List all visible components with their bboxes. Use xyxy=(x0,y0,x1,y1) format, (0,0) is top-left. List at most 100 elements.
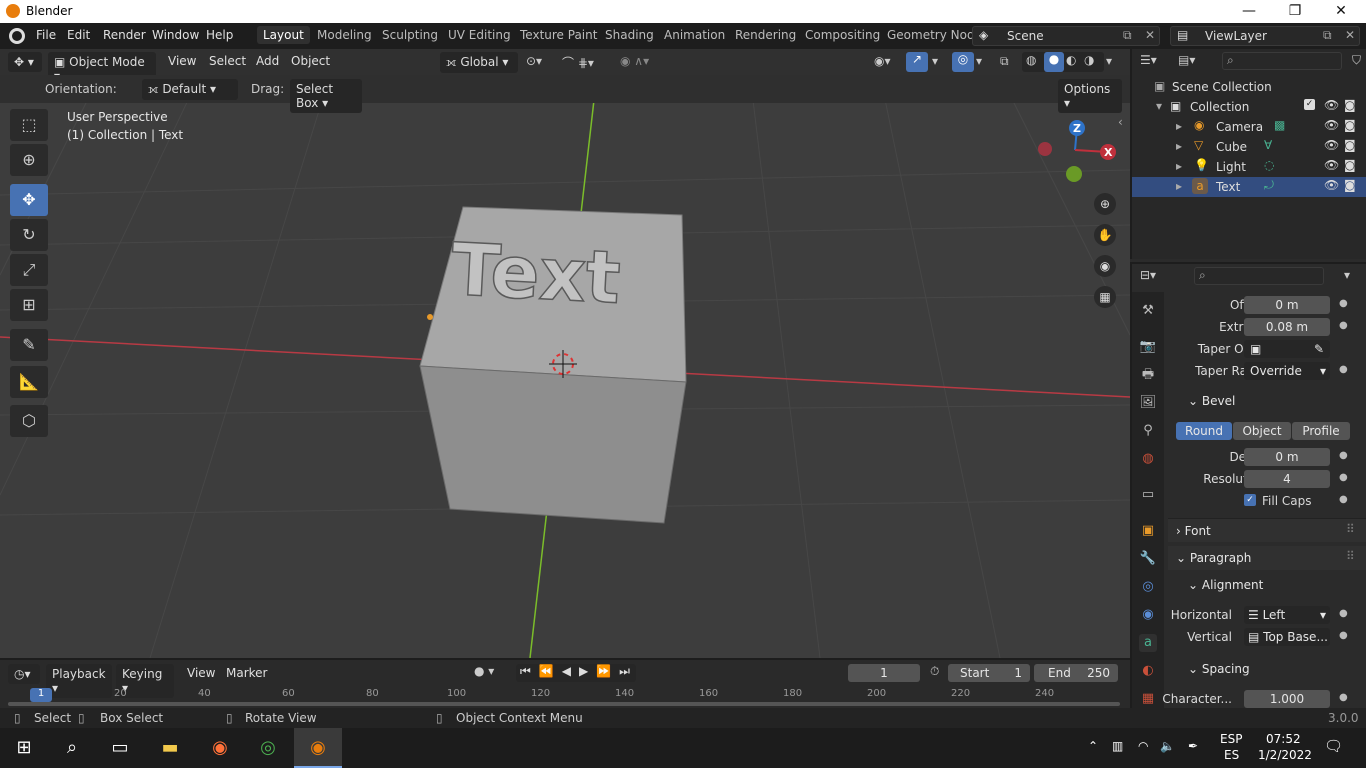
zoom-icon[interactable]: ⊕ xyxy=(1094,193,1116,215)
menu-object[interactable]: Object xyxy=(291,54,330,68)
timeline-scrollbar[interactable] xyxy=(8,702,1120,706)
auto-keying-icon[interactable]: ● ▾ xyxy=(474,664,494,678)
keyframe-dot[interactable]: ● xyxy=(1339,320,1348,331)
start-frame-field[interactable]: Start 1 xyxy=(948,664,1030,682)
properties-search-input[interactable]: ⌕ xyxy=(1194,267,1324,285)
wireframe-shading-icon[interactable]: ◍ xyxy=(1026,53,1036,67)
render-camera-icon[interactable]: ◙ xyxy=(1344,138,1356,152)
outliner-item-text[interactable]: ▸ a Text ⤾ 👁 ◙ xyxy=(1132,177,1366,197)
mesh-data-icon[interactable]: ∀ xyxy=(1264,138,1272,152)
output-tab-icon[interactable]: 🖶 xyxy=(1139,366,1157,384)
object-tab-icon[interactable]: ▣ xyxy=(1139,522,1157,540)
expand-arrow-icon[interactable]: ▾ xyxy=(1156,99,1162,113)
extrude-field[interactable]: 0.08 m xyxy=(1244,318,1330,336)
material-shading-icon[interactable]: ◐ xyxy=(1066,53,1076,67)
depth-field[interactable]: 0 m xyxy=(1244,448,1330,466)
timeline-marker-menu[interactable]: Marker xyxy=(226,666,267,680)
render-tab-icon[interactable]: 📷 xyxy=(1139,338,1157,356)
keyframe-dot[interactable]: ● xyxy=(1339,630,1348,641)
windows-start-icon[interactable]: ⊞ xyxy=(0,728,48,768)
eye-icon[interactable]: 👁 xyxy=(1324,158,1339,172)
expand-arrow-icon[interactable]: ▸ xyxy=(1176,159,1182,173)
resolution-field[interactable]: 4 xyxy=(1244,470,1330,488)
scene-tab-icon[interactable]: ⚲ xyxy=(1139,422,1157,440)
light-data-icon[interactable]: ◌ xyxy=(1264,158,1274,172)
solid-shading-icon[interactable]: ● xyxy=(1044,52,1064,72)
alignment-section[interactable]: ⌄ Alignment xyxy=(1188,578,1263,592)
notifications-icon[interactable]: 🗨 xyxy=(1324,737,1343,755)
menu-select[interactable]: Select xyxy=(209,54,246,68)
tab-compositing[interactable]: Compositing xyxy=(805,28,880,42)
outliner-item-light[interactable]: ▸ 💡 Light ◌ 👁 ◙ xyxy=(1132,157,1366,177)
exclude-checkbox[interactable]: ✓ xyxy=(1304,99,1315,110)
keyframe-dot[interactable]: ● xyxy=(1339,364,1348,375)
perspective-grid-icon[interactable]: ▦ xyxy=(1094,286,1116,308)
keyboard-layout[interactable]: ES xyxy=(1224,748,1239,762)
bevel-section[interactable]: ⌄ Bevel xyxy=(1188,394,1235,408)
scale-tool-icon[interactable]: ⤢ xyxy=(10,254,48,286)
timeline-view-menu[interactable]: View xyxy=(187,666,215,680)
menu-window[interactable]: Window xyxy=(152,28,199,42)
fill-caps-checkbox[interactable]: ✓ xyxy=(1244,494,1256,506)
remove-icon[interactable]: ✕ xyxy=(1145,28,1155,42)
world-tab-icon[interactable]: ◍ xyxy=(1139,450,1157,468)
tab-modeling[interactable]: Modeling xyxy=(317,28,372,42)
render-camera-icon[interactable]: ◙ xyxy=(1344,178,1356,192)
view-layer-tab-icon[interactable]: 🖼 xyxy=(1139,394,1157,412)
font-section[interactable]: › Font ⠿ xyxy=(1168,518,1366,542)
playback-controls[interactable]: ⏮⏪◀▶⏩⏭ xyxy=(516,664,636,682)
outliner-scene-collection[interactable]: ▣ Scene Collection xyxy=(1132,77,1366,97)
search-icon[interactable]: ⌕ xyxy=(48,728,96,768)
blender-menu-icon[interactable] xyxy=(9,28,25,44)
render-camera-icon[interactable]: ◙ xyxy=(1344,98,1356,112)
navigation-gizmo[interactable]: Z X xyxy=(1030,115,1125,195)
taper-radius-dropdown[interactable]: Override ▾ xyxy=(1244,362,1330,380)
input-language[interactable]: ESP xyxy=(1220,732,1242,746)
scene-selector[interactable]: ◈ Scene ⧉ ✕ xyxy=(972,26,1160,46)
copy-icon[interactable]: ⧉ xyxy=(1323,28,1332,43)
snap-icon[interactable]: ⌒ ⋕▾ xyxy=(562,54,594,71)
pan-hand-icon[interactable]: ✋ xyxy=(1094,224,1116,246)
outliner-collection[interactable]: ▾ ▣ Collection ✓ 👁 ◙ xyxy=(1132,97,1366,117)
cursor-tool-icon[interactable]: ⊕ xyxy=(10,144,48,176)
overlays-dropdown-icon[interactable]: ▾ xyxy=(976,54,982,68)
gizmo-dropdown-icon[interactable]: ▾ xyxy=(932,54,938,68)
options-dropdown[interactable]: Options ▾ xyxy=(1058,79,1122,113)
menu-edit[interactable]: Edit xyxy=(67,28,90,42)
offset-field[interactable]: 0 m xyxy=(1244,296,1330,314)
tab-layout[interactable]: Layout xyxy=(257,26,310,44)
xray-icon[interactable]: ⧉ xyxy=(1000,54,1009,69)
eye-icon[interactable]: 👁 xyxy=(1324,138,1339,152)
chrome-icon[interactable]: ◎ xyxy=(244,728,292,768)
network-adapter-icon[interactable]: ▥ xyxy=(1112,739,1123,753)
pen-icon[interactable]: ✒ xyxy=(1188,739,1198,753)
outliner-search-input[interactable]: ⌕ xyxy=(1222,52,1342,70)
timeline-editor-icon[interactable]: ◷▾ xyxy=(8,664,40,684)
gizmo-neg-x-icon[interactable] xyxy=(1038,142,1052,156)
tab-shading[interactable]: Shading xyxy=(605,28,654,42)
filter-icon[interactable]: ⛉ xyxy=(1352,53,1361,68)
overlays-toggle-icon[interactable]: ◎ xyxy=(952,52,974,72)
rotate-tool-icon[interactable]: ↻ xyxy=(10,219,48,251)
render-camera-icon[interactable]: ◙ xyxy=(1344,118,1356,132)
display-mode-icon[interactable]: ▤▾ xyxy=(1178,53,1195,67)
expand-arrow-icon[interactable]: ▸ xyxy=(1176,119,1182,133)
menu-file[interactable]: File xyxy=(36,28,56,42)
spacing-section[interactable]: ⌄ Spacing xyxy=(1188,662,1250,676)
tab-rendering[interactable]: Rendering xyxy=(735,28,796,42)
minimize-button[interactable]: — xyxy=(1226,0,1272,23)
close-button[interactable]: ✕ xyxy=(1318,0,1364,23)
transform-tool-icon[interactable]: ⊞ xyxy=(10,289,48,321)
collection-tab-icon[interactable]: ▭ xyxy=(1139,486,1157,504)
modifier-tab-icon[interactable]: 🔧 xyxy=(1139,550,1157,568)
drag-handle-icon[interactable]: ⠿ xyxy=(1346,522,1355,536)
render-camera-icon[interactable]: ◙ xyxy=(1344,158,1356,172)
eye-icon[interactable]: 👁 xyxy=(1324,178,1339,192)
tab-uv-editing[interactable]: UV Editing xyxy=(448,28,511,42)
keyframe-dot[interactable]: ● xyxy=(1339,692,1348,703)
paragraph-section[interactable]: ⌄ Paragraph ⠿ xyxy=(1168,546,1366,570)
particles-tab-icon[interactable]: ◎ xyxy=(1139,578,1157,596)
outliner-item-camera[interactable]: ▸ ◉ Camera ▩ 👁 ◙ xyxy=(1132,117,1366,137)
transform-orientation-dropdown[interactable]: ⟗ Global ▾ xyxy=(440,52,518,73)
sidebar-toggle-icon[interactable]: ‹ xyxy=(1118,115,1123,129)
